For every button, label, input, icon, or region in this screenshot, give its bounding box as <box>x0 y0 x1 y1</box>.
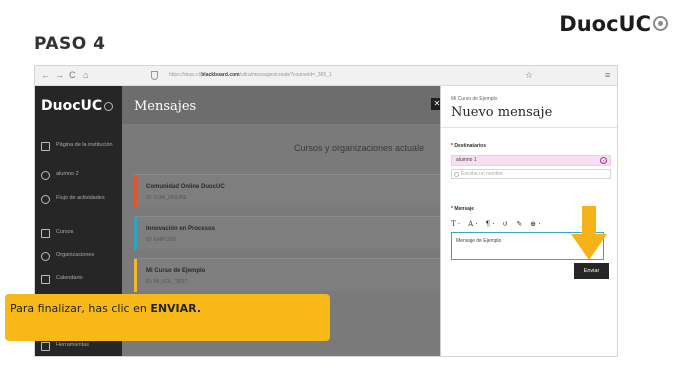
course-name: Innovación en Procesos <box>146 226 216 232</box>
reload-icon[interactable]: C <box>69 70 76 81</box>
callout-emphasis: ENVIAR. <box>150 302 202 315</box>
home-icon[interactable]: ⌂ <box>83 70 88 81</box>
send-button[interactable]: Enviar <box>574 263 609 279</box>
paragraph-button[interactable]: ¶ · <box>486 220 495 228</box>
activity-icon <box>41 195 50 204</box>
course-name: Comunidad Online DuocUC <box>146 184 225 190</box>
sidebar-item-label: Cursos <box>56 229 74 235</box>
sidebar-item-label: Herramientas <box>56 342 90 348</box>
user-icon <box>41 171 50 180</box>
sidebar-item-organizations[interactable]: Organizaciones <box>41 252 119 261</box>
sidebar-logo: DuocUC <box>41 98 114 114</box>
font-format-button[interactable]: A · <box>468 220 478 228</box>
seal-icon <box>653 15 668 31</box>
tools-icon <box>41 342 50 351</box>
course-id: ID: COM_ONLINE <box>146 195 187 201</box>
url-domain: blackboard.com <box>201 72 240 78</box>
text-style-button[interactable]: T · <box>451 220 460 228</box>
course-id: ID: EMP1206 <box>146 237 176 243</box>
address-bar[interactable]: https://duoc.cl/blackboard.com/ultra/mes… <box>169 72 332 78</box>
remove-recipient-icon[interactable]: × <box>600 157 607 164</box>
page-title: Mensajes <box>134 99 197 114</box>
message-label-text: Mensaje <box>454 206 475 212</box>
sidebar-item-label: Calendario <box>56 275 83 281</box>
message-label: * Mensaje <box>451 206 474 212</box>
panel-course-name: Mi Curso de Ejemplo <box>451 96 498 102</box>
url-path: /ultra/messages/create?courseId=_365_1 <box>239 72 332 78</box>
menu-icon[interactable]: ≡ <box>605 70 610 81</box>
sidebar-item-activity[interactable]: Flujo de actividades <box>41 195 119 204</box>
sidebar-item-label: Página de la institución <box>56 142 113 148</box>
panel-divider <box>441 127 617 128</box>
sidebar-logo-text: DuocUC <box>41 98 103 114</box>
recipient-search-input[interactable]: Escriba un nombre <box>451 169 611 179</box>
step-title: PASO 4 <box>34 34 106 54</box>
course-color-bar <box>134 217 137 250</box>
calendar-icon <box>41 275 50 284</box>
recipients-label-text: Destinatarios <box>454 143 487 149</box>
sidebar-item-tools[interactable]: Herramientas <box>41 342 119 351</box>
course-name: Mi Curso de Ejemplo <box>146 268 206 274</box>
recipients-label: * Destinatarios <box>451 143 486 149</box>
sidebar-item-calendar[interactable]: Calendario <box>41 275 119 284</box>
insert-button[interactable]: ⊕ · <box>530 220 540 228</box>
edit-button[interactable]: ✎ <box>516 220 522 228</box>
course-row[interactable]: Mi Curso de Ejemplo ID: MI_FOL_TEST <box>134 258 452 292</box>
shield-icon <box>151 71 158 80</box>
instruction-callout: Para finalizar, has clic en ENVIAR. <box>5 294 330 341</box>
seal-icon <box>104 101 114 111</box>
callout-text: Para finalizar, has clic en <box>10 302 151 315</box>
recipient-chip-label: alumno 1 <box>456 157 477 163</box>
sidebar-item-label: alumno 2 <box>56 171 79 177</box>
star-icon[interactable]: ☆ <box>525 70 533 81</box>
course-row[interactable]: Comunidad Online DuocUC ID: COM_ONLINE <box>134 174 452 208</box>
institution-icon <box>41 142 50 151</box>
sidebar-item-institution[interactable]: Página de la institución <box>41 142 119 151</box>
brand-logo: DuocUC <box>559 12 668 36</box>
forward-icon[interactable]: → <box>55 70 64 81</box>
panel-title: Nuevo mensaje <box>451 105 553 120</box>
sidebar-item-courses[interactable]: Cursos <box>41 229 119 238</box>
recipient-chip[interactable]: alumno 1 × <box>451 155 611 166</box>
sidebar-item-label: Flujo de actividades <box>56 195 105 201</box>
url-prefix: https://duoc.cl/ <box>169 72 202 78</box>
course-color-bar <box>134 259 137 292</box>
courses-heading: Cursos y organizaciones actuale <box>294 143 425 153</box>
organizations-icon <box>41 252 50 261</box>
course-row[interactable]: Innovación en Procesos ID: EMP1206 <box>134 216 452 250</box>
course-id: ID: MI_FOL_TEST <box>146 279 188 285</box>
sidebar-item-profile[interactable]: alumno 2 <box>41 171 119 180</box>
arrow-down-icon <box>571 206 607 260</box>
browser-bar: ← → C ⌂ https://duoc.cl/blackboard.com/u… <box>35 66 617 86</box>
sidebar-item-label: Organizaciones <box>56 252 95 258</box>
courses-icon <box>41 229 50 238</box>
brand-name: DuocUC <box>559 12 651 36</box>
back-icon[interactable]: ← <box>41 70 50 81</box>
undo-button[interactable]: ↺ <box>503 220 509 228</box>
course-color-bar <box>134 175 137 208</box>
